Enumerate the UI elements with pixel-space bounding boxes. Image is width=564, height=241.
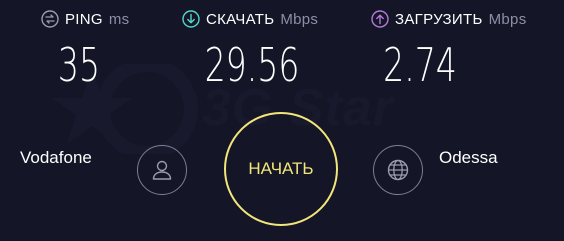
download-arrow-icon [182,10,200,28]
start-button[interactable]: НАЧАТЬ [224,112,338,226]
upload-unit: Mbps [488,10,527,28]
ping-metric: PING ms 35 [41,10,129,92]
ping-label: PING [65,10,103,28]
server-name: Odessa [439,148,498,167]
globe-icon [387,159,409,181]
download-label: СКАЧАТЬ [206,10,275,28]
upload-label: ЗАГРУЗИТЬ [395,10,483,28]
download-unit: Mbps [280,10,319,28]
upload-metric: ЗАГРУЗИТЬ Mbps 2.74 [371,10,527,92]
upload-value: 2.74 [383,38,457,92]
server-select-button[interactable] [373,145,423,195]
upload-arrow-icon [371,10,389,28]
ping-icon [41,10,59,28]
ping-value: 35 [57,38,101,92]
download-header: СКАЧАТЬ Mbps [182,10,318,28]
ping-header: PING ms [41,10,129,28]
download-metric: СКАЧАТЬ Mbps 29.56 [182,10,318,92]
isp-name: Vodafone [20,148,92,167]
user-icon [152,160,172,180]
download-value: 29.56 [204,38,300,92]
isp-user-button[interactable] [137,145,187,195]
upload-header: ЗАГРУЗИТЬ Mbps [371,10,527,28]
ping-unit: ms [108,10,130,28]
